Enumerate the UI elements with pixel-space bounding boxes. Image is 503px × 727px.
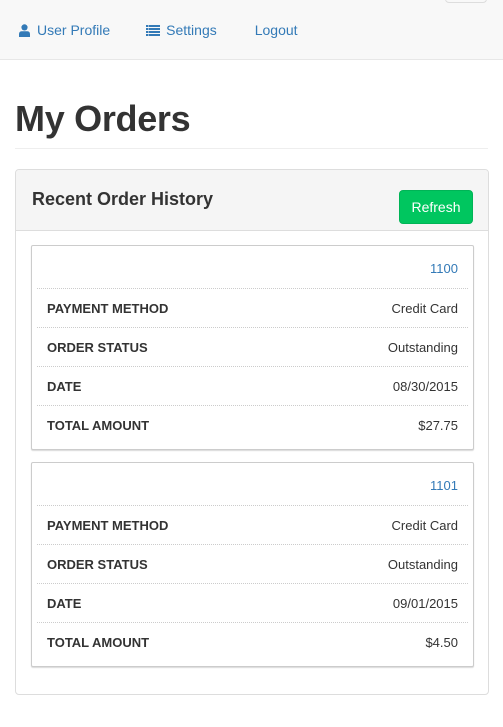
nav-logout-link[interactable]: Logout bbox=[255, 20, 298, 40]
order-row-date: DATE 08/30/2015 bbox=[37, 367, 468, 406]
order-history-panel: Recent Order History Refresh 1100 PAYMEN… bbox=[15, 169, 489, 695]
order-field-label: DATE bbox=[47, 378, 82, 394]
nav-items: User Profile Settings Logout bbox=[0, 0, 503, 60]
page-header: My Orders bbox=[15, 98, 488, 149]
order-field-value: Outstanding bbox=[387, 556, 458, 572]
panel-heading: Recent Order History Refresh bbox=[16, 170, 488, 231]
navbar-toggle[interactable] bbox=[445, 0, 487, 3]
order-field-value: Credit Card bbox=[391, 300, 458, 316]
order-id-row: 1101 bbox=[37, 463, 468, 506]
top-navbar: User Profile Settings Logout bbox=[0, 0, 503, 60]
order-id-row: 1100 bbox=[37, 246, 468, 289]
nav-user-profile-link[interactable]: User Profile bbox=[18, 20, 110, 40]
order-field-value: $4.50 bbox=[425, 635, 458, 650]
order-field-label: ORDER STATUS bbox=[47, 556, 148, 572]
order-row-total-amount: TOTAL AMOUNT $4.50 bbox=[37, 623, 468, 662]
nav-logout-label: Logout bbox=[254, 22, 298, 38]
order-field-label: PAYMENT METHOD bbox=[47, 517, 169, 533]
nav-settings-link[interactable]: Settings bbox=[146, 20, 217, 40]
order-id-link[interactable]: 1101 bbox=[430, 478, 458, 493]
order-id-link[interactable]: 1100 bbox=[430, 261, 458, 276]
order-field-label: PAYMENT METHOD bbox=[47, 300, 169, 316]
order-field-value: Outstanding bbox=[387, 339, 458, 355]
order-field-label: ORDER STATUS bbox=[47, 339, 148, 355]
order-row-order-status: ORDER STATUS Outstanding bbox=[37, 328, 468, 367]
order-field-value: 08/30/2015 bbox=[392, 378, 458, 394]
page-title: My Orders bbox=[15, 98, 191, 139]
order-row-order-status: ORDER STATUS Outstanding bbox=[37, 545, 468, 584]
order-field-label: TOTAL AMOUNT bbox=[47, 635, 150, 650]
panel-title: Recent Order History bbox=[32, 189, 214, 209]
nav-settings-label: Settings bbox=[166, 22, 217, 38]
order-field-value: 09/01/2015 bbox=[392, 595, 458, 611]
order-field-label: TOTAL AMOUNT bbox=[47, 418, 150, 433]
settings-icon bbox=[146, 23, 161, 37]
order-row-payment-method: PAYMENT METHOD Credit Card bbox=[37, 506, 468, 545]
order-row-date: DATE 09/01/2015 bbox=[37, 584, 468, 623]
order-field-label: DATE bbox=[47, 595, 82, 611]
order-row-payment-method: PAYMENT METHOD Credit Card bbox=[37, 289, 468, 328]
user-icon bbox=[18, 23, 31, 37]
order-card: 1101 PAYMENT METHOD Credit Card ORDER ST… bbox=[31, 462, 474, 667]
order-field-value: $27.75 bbox=[418, 418, 458, 433]
order-field-value: Credit Card bbox=[391, 517, 458, 533]
nav-user-profile-label: User Profile bbox=[37, 22, 111, 38]
refresh-button[interactable]: Refresh bbox=[399, 190, 473, 224]
order-card: 1100 PAYMENT METHOD Credit Card ORDER ST… bbox=[31, 245, 474, 450]
order-row-total-amount: TOTAL AMOUNT $27.75 bbox=[37, 406, 468, 445]
